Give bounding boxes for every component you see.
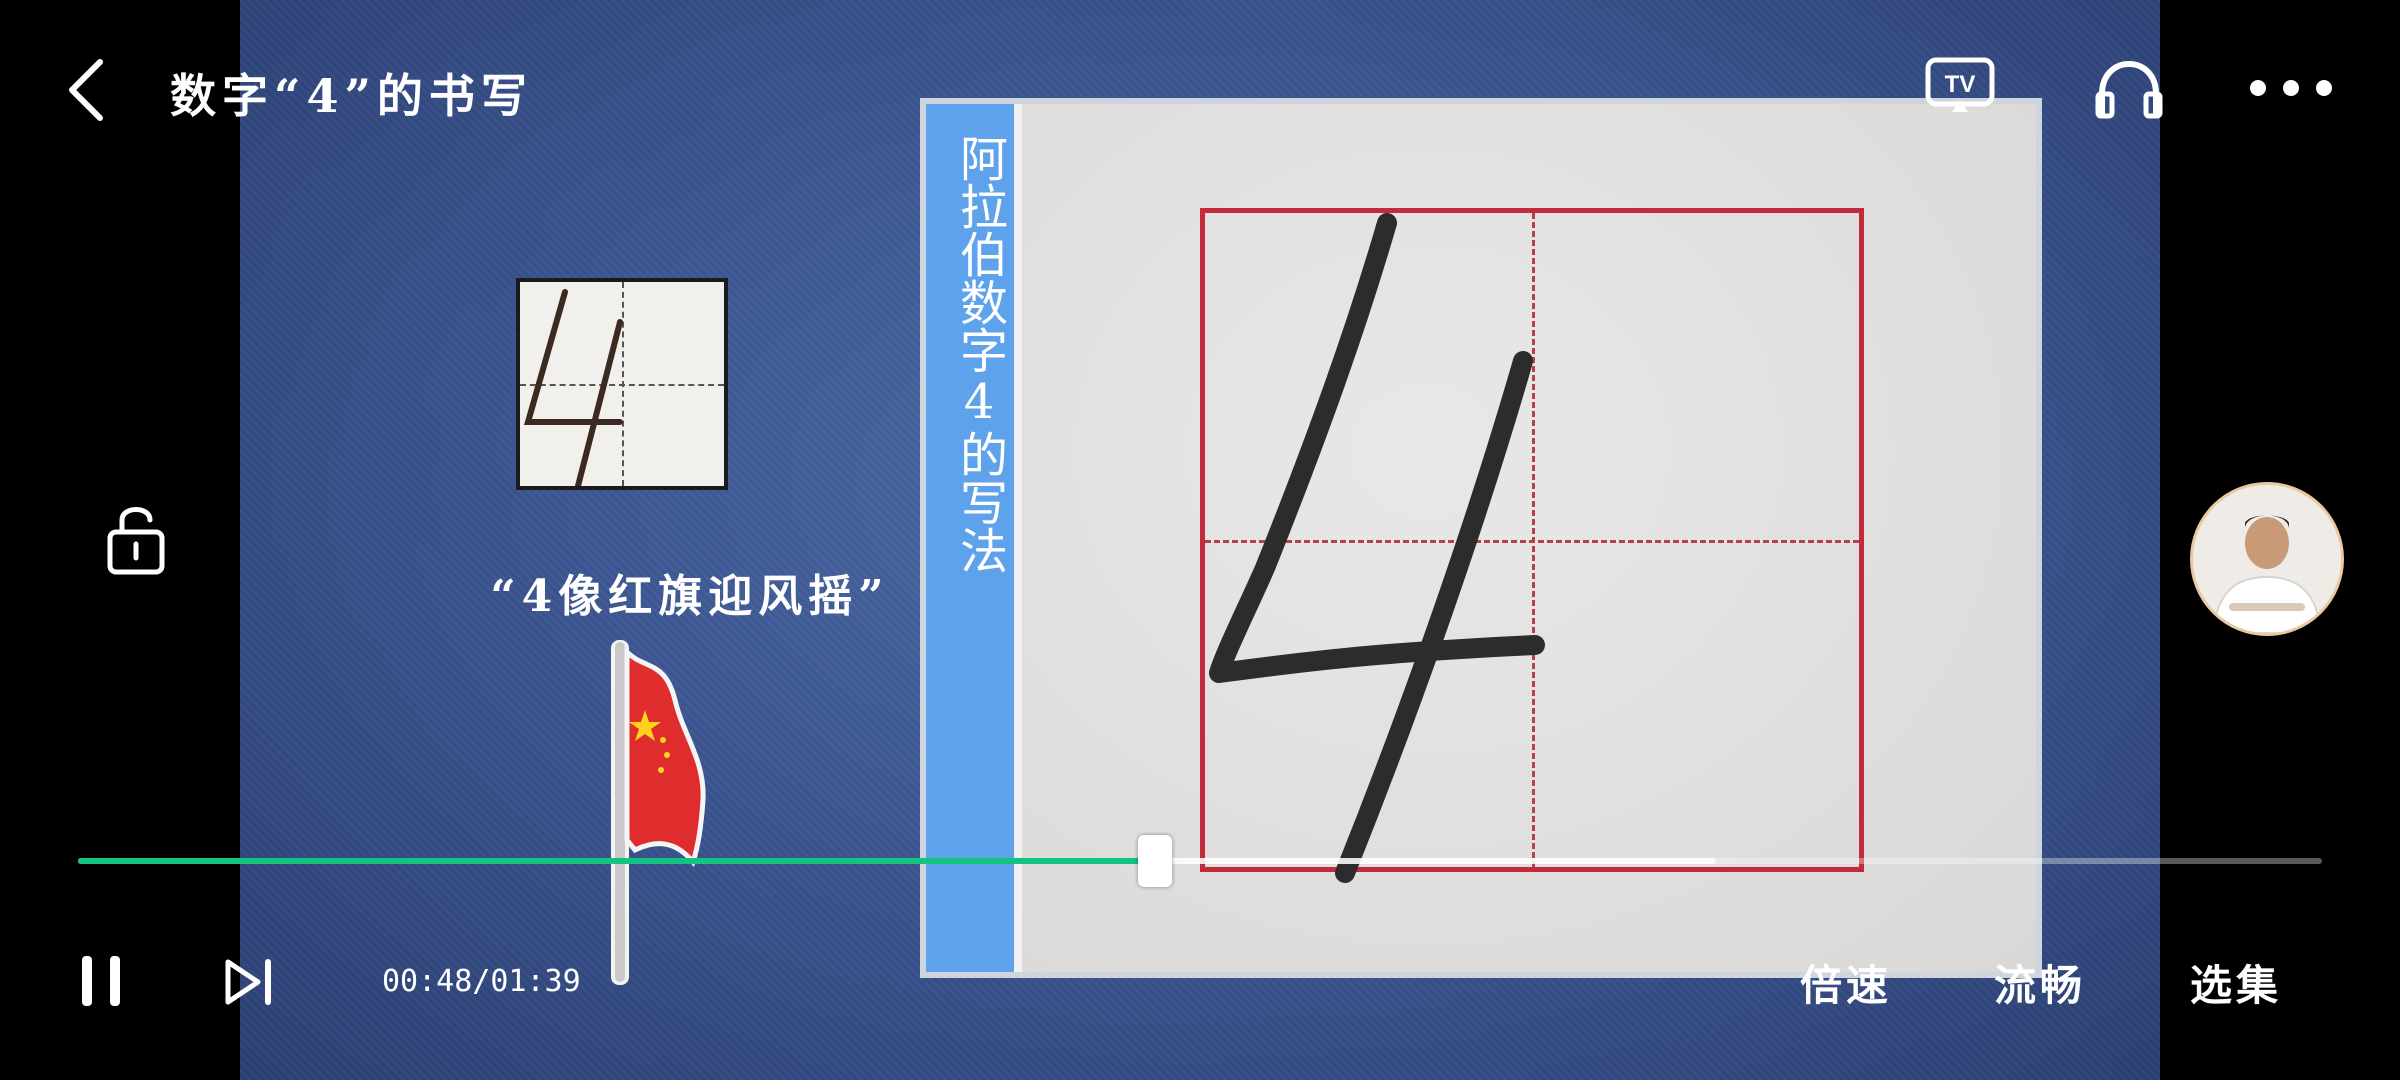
episodes-button[interactable]: 选集 [2190,952,2282,1013]
handwritten-digit-4 [1209,213,1545,883]
writing-board: 阿拉伯数字4的写法 [920,98,2042,978]
practice-paper [1022,104,2036,972]
more-dots-icon[interactable] [2246,76,2336,100]
side-title: 阿拉伯数字4的写法 [951,134,1007,574]
progress-played [78,858,1156,864]
side-title-strip: 阿拉伯数字4的写法 [926,104,1022,972]
example-digit-4 [524,289,623,486]
red-flag-icon [611,640,706,985]
author-avatar[interactable] [2190,482,2344,636]
pause-icon[interactable] [78,954,124,1008]
video-caption: “4像红旗迎风摇” [490,571,890,622]
example-digit-box [516,278,728,490]
speed-button[interactable]: 倍速 [1800,952,1892,1013]
lock-icon[interactable] [104,504,168,576]
time-display: 00:48/01:39 [382,964,581,999]
video-title: 数字“4”的书写 [170,69,533,123]
tv-cast-icon[interactable]: TV [1924,56,1996,116]
svg-text:TV: TV [1945,71,1976,98]
progress-bar[interactable] [78,835,2322,887]
back-arrow-icon[interactable] [62,56,110,124]
progress-thumb[interactable] [1138,835,1173,887]
skip-next-icon[interactable] [222,956,276,1008]
video-frame[interactable]: “4像红旗迎风摇” 阿拉伯数字4的写法 [240,0,2160,1080]
headphones-icon[interactable] [2094,60,2164,120]
quality-button[interactable]: 流畅 [1994,952,2086,1013]
tian-grid [1200,208,1864,883]
